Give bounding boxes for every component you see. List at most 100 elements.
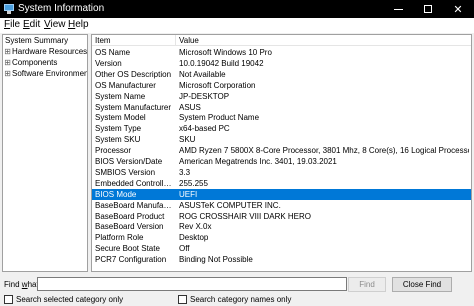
row-value: American Megatrends Inc. 3401, 19.03.202… [179, 157, 337, 166]
table-row[interactable]: System Manufacturer ASUS [92, 102, 471, 113]
find-what-label: Find what: [4, 280, 41, 289]
search-selected-category-option[interactable]: Search selected category only [4, 294, 123, 304]
system-information-app-icon [4, 4, 14, 14]
tree-item-system-summary[interactable]: System Summary [3, 35, 68, 46]
row-value: AMD Ryzen 7 5800X 8-Core Processor, 3801… [179, 146, 469, 156]
list-header: Item Value [92, 35, 471, 46]
row-value: Microsoft Windows 10 Pro [179, 48, 272, 57]
search-category-names-checkbox[interactable] [178, 294, 187, 304]
row-value: 10.0.19042 Build 19042 [179, 58, 264, 68]
table-row[interactable]: Processor AMD Ryzen 7 5800X 8-Core Proces… [92, 145, 471, 156]
table-row[interactable]: Secure Boot State Off [92, 243, 471, 254]
table-row[interactable]: BIOS Version/Date American Megatrends Inc… [92, 156, 471, 167]
row-value: Microsoft Corporation [179, 80, 256, 90]
row-item: Other OS Description [95, 69, 172, 79]
row-item: Embedded Controller V... [95, 178, 175, 188]
table-row[interactable]: BaseBoard Version Rev X.0x [92, 221, 471, 232]
search-selected-category-label: Search selected category only [16, 294, 124, 304]
window-title: System Information [18, 3, 105, 14]
row-item: Platform Role [95, 233, 144, 243]
column-header-value[interactable]: Value [176, 35, 471, 46]
search-category-names-label: Search category names only [190, 294, 292, 304]
row-value: Rev X.0x [179, 222, 212, 232]
row-item: System Model [95, 113, 146, 123]
menu-view[interactable]: View [43, 19, 67, 31]
row-item: Secure Boot State [95, 244, 160, 254]
row-value: JP-DESKTOP [179, 91, 230, 101]
table-row[interactable]: PCR7 Configuration Binding Not Possible [92, 254, 471, 265]
table-row[interactable]: BIOS Mode UEFI [92, 188, 471, 200]
table-row[interactable]: OS Manufacturer Microsoft Corporation [92, 80, 471, 91]
row-item: OS Manufacturer [95, 80, 156, 90]
close-icon: ✕ [453, 3, 463, 16]
row-item: PCR7 Configuration [95, 255, 167, 265]
row-value: System Product Name [179, 113, 260, 123]
minimize-button[interactable] [383, 0, 413, 18]
row-value: Binding Not Possible [179, 255, 253, 265]
column-header-item[interactable]: Item [92, 35, 176, 46]
tree-item-hardware-resources[interactable]: ⊞Hardware Resources [3, 46, 87, 57]
table-row[interactable]: System Type x64-based PC [92, 123, 471, 134]
tree-item-label: Software Environment [12, 69, 88, 78]
find-bar: Find what: Find Close Find Search select… [0, 274, 474, 306]
row-item: System SKU [95, 135, 141, 145]
table-row[interactable]: SMBIOS Version 3.3 [92, 167, 471, 178]
table-row[interactable]: Embedded Controller V... 255.255 [92, 178, 471, 189]
menu-edit[interactable]: Edit [22, 19, 41, 31]
table-row[interactable]: BaseBoard Manufacturer ASUSTeK COMPUTER I… [92, 200, 471, 211]
row-value: ASUS [179, 102, 201, 112]
row-item: System Name [95, 91, 146, 101]
row-item: SMBIOS Version [95, 167, 156, 177]
table-row[interactable]: System Model System Product Name [92, 112, 471, 123]
row-item: BaseBoard Manufacturer [95, 200, 175, 210]
table-row[interactable]: System SKU SKU [92, 134, 471, 145]
expand-icon[interactable]: ⊞ [3, 57, 12, 68]
table-row[interactable]: OS Name Microsoft Windows 10 Pro [92, 47, 471, 58]
table-row[interactable]: System Name JP-DESKTOP [92, 91, 471, 102]
menu-help[interactable]: Help [67, 19, 90, 31]
maximize-icon [424, 5, 432, 13]
tree-item-software-environment[interactable]: ⊞Software Environment [3, 68, 88, 79]
close-find-button[interactable]: Close Find [392, 277, 452, 292]
search-category-names-option[interactable]: Search category names only [178, 294, 291, 304]
title-bar: System Information ✕ [0, 0, 474, 18]
row-value: x64-based PC [179, 124, 230, 134]
find-what-input[interactable] [37, 277, 347, 291]
expand-icon[interactable]: ⊞ [3, 46, 12, 57]
find-button[interactable]: Find [348, 277, 386, 292]
row-value: Off [179, 244, 190, 254]
row-item: BaseBoard Version [95, 222, 164, 232]
tree-item-components[interactable]: ⊞Components [3, 57, 57, 68]
row-item: Processor [95, 146, 132, 156]
row-value: UEFI [179, 189, 198, 199]
maximize-button[interactable] [413, 0, 443, 18]
tree-item-label: System Summary [5, 36, 69, 45]
row-value: ROG CROSSHAIR VIII DARK HERO [179, 211, 312, 221]
expand-icon[interactable]: ⊞ [3, 68, 12, 79]
row-item: BIOS Version/Date [95, 157, 163, 166]
row-item: BIOS Mode [95, 189, 137, 199]
table-row[interactable]: BaseBoard Product ROG CROSSHAIR VIII DARK… [92, 211, 471, 222]
minimize-icon [393, 8, 403, 10]
row-item: Version [95, 58, 122, 68]
row-value: SKU [179, 135, 196, 145]
close-button[interactable]: ✕ [443, 0, 473, 18]
row-item: OS Name [95, 48, 131, 57]
table-row[interactable]: Platform Role Desktop [92, 232, 471, 243]
row-value: ASUSTeK COMPUTER INC. [179, 200, 281, 210]
row-item: BaseBoard Product [95, 211, 165, 221]
tree-item-label: Components [12, 58, 58, 67]
row-value: 3.3 [179, 167, 191, 177]
row-item: System Type [95, 124, 142, 134]
category-tree[interactable]: System Summary ⊞Hardware Resources ⊞Comp… [2, 34, 88, 272]
menu-file[interactable]: File [3, 19, 21, 31]
search-selected-category-checkbox[interactable] [4, 294, 13, 304]
row-value: Desktop [179, 233, 209, 243]
table-row[interactable]: Version 10.0.19042 Build 19042 [92, 58, 471, 69]
row-value: 255.255 [179, 178, 208, 188]
table-row[interactable]: Other OS Description Not Available [92, 69, 471, 80]
row-value: Not Available [179, 69, 226, 79]
details-list[interactable]: Item Value OS Name Microsoft Windows 10 P… [91, 34, 472, 272]
row-item: System Manufacturer [95, 102, 172, 112]
tree-item-label: Hardware Resources [12, 47, 88, 56]
